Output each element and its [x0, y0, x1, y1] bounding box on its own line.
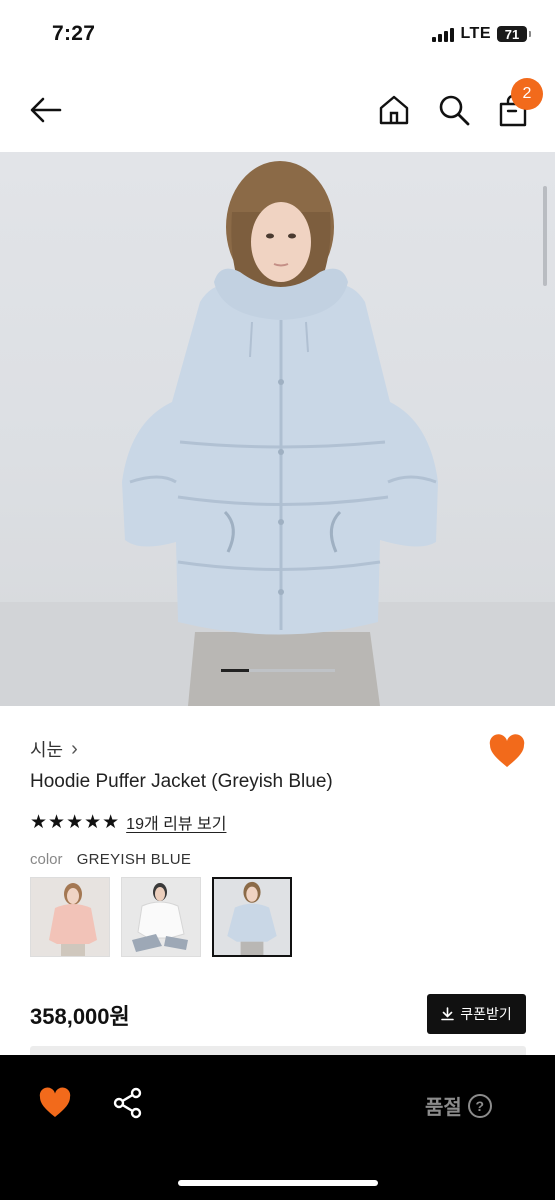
rating-stars: ★★★★★ — [30, 811, 121, 833]
color-value: GREYISH BLUE — [76, 851, 192, 868]
coupon-button[interactable]: 쿠폰받기 — [427, 994, 526, 1034]
swatch-white[interactable] — [121, 877, 201, 957]
brand-link[interactable]: 시눈 › — [30, 736, 78, 762]
download-icon — [441, 1007, 455, 1021]
scroll-indicator — [543, 186, 547, 286]
home-indicator — [178, 1180, 378, 1186]
price: 358,000원 — [30, 1004, 130, 1029]
chevron-right-icon: › — [71, 737, 78, 760]
bottom-heart-icon[interactable] — [38, 1087, 72, 1119]
signal-icon — [432, 26, 455, 42]
status-bar: 7:27 LTE 71 — [0, 0, 555, 70]
swatch-greyish-blue[interactable] — [212, 877, 292, 957]
soldout-status: 품절 ? — [425, 1091, 492, 1120]
swatch-greyish-blue-image — [214, 879, 290, 955]
top-nav — [0, 70, 555, 152]
home-icon[interactable] — [376, 92, 412, 128]
review-link[interactable]: 19개 리뷰 보기 — [126, 810, 226, 834]
swatch-pink[interactable] — [30, 877, 110, 957]
status-time: 7:27 — [52, 22, 96, 45]
bottom-action-bar — [0, 1055, 555, 1200]
soldout-label: 품절 — [425, 1097, 462, 1119]
model-photo — [0, 161, 555, 706]
battery-level: 71 — [504, 26, 520, 42]
color-row: color GREYISH BLUE — [30, 851, 191, 868]
wishlist-heart-icon[interactable] — [488, 734, 526, 770]
status-indicators: LTE 71 — [432, 25, 531, 43]
swatch-white-image — [122, 878, 200, 956]
coupon-label: 쿠폰받기 — [460, 1006, 512, 1022]
product-image[interactable] — [0, 152, 555, 706]
color-label: color — [30, 851, 63, 868]
product-title: Hoodie Puffer Jacket (Greyish Blue) — [30, 771, 333, 792]
cart-count-badge: 2 — [511, 78, 543, 110]
battery-icon: 71 — [497, 26, 531, 42]
brand-name: 시눈 — [30, 740, 64, 760]
search-icon[interactable] — [436, 92, 472, 128]
share-icon[interactable] — [112, 1087, 144, 1119]
back-arrow-icon[interactable] — [28, 92, 64, 128]
swatch-pink-image — [31, 878, 109, 956]
help-icon[interactable]: ? — [467, 1093, 492, 1118]
rating-row: ★★★★★ 19개 리뷰 보기 — [30, 810, 226, 834]
section-divider — [30, 1046, 526, 1055]
image-pager-active — [221, 669, 249, 672]
network-label: LTE — [460, 25, 491, 42]
